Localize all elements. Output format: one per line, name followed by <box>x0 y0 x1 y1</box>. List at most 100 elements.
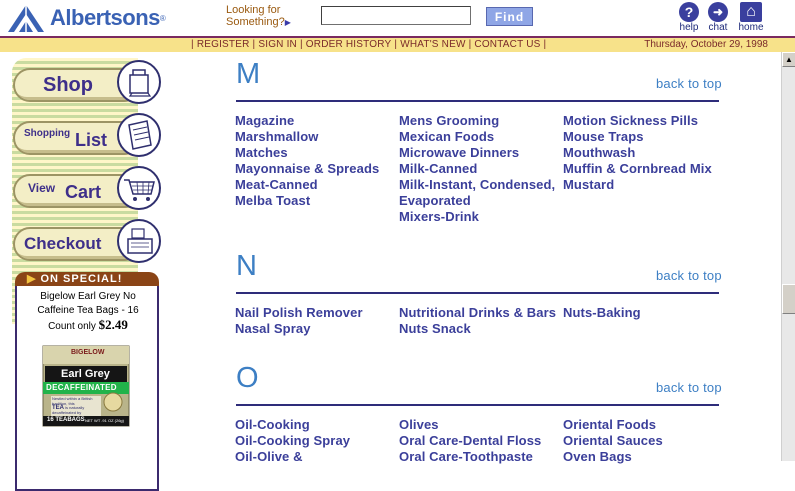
find-button[interactable]: Find <box>486 7 533 26</box>
category-link[interactable]: Mouthwash <box>563 145 712 161</box>
category-link[interactable]: Nuts-Baking <box>563 305 641 321</box>
shopping-list-small-label: Shopping <box>24 128 71 139</box>
category-link[interactable]: Nasal Spray <box>235 321 363 337</box>
nav-whats-new-link[interactable]: WHAT'S NEW <box>400 39 465 50</box>
search-prompt-line2: Something? <box>226 16 285 28</box>
triangle-right-icon: ▶ <box>27 273 37 285</box>
nav-bar: | REGISTER | SIGN IN | ORDER HISTORY | WHAT'S N… <box>0 36 795 52</box>
category-column-3: Nuts-Baking <box>563 305 641 321</box>
category-link[interactable]: Oriental Sauces <box>563 433 663 449</box>
logo-trademark: ® <box>159 13 166 23</box>
nav-sign-in-link[interactable]: SIGN IN <box>258 39 297 50</box>
back-to-top-link[interactable]: back to top <box>656 76 722 91</box>
special-description: Bigelow Earl Grey No Caffeine Tea Bags -… <box>21 290 155 334</box>
sidebar: Shop Shopping List View Cart Checkout ▶ O… <box>0 52 170 491</box>
section-letter: M <box>236 58 261 90</box>
checkout-label: Checkout <box>24 234 102 253</box>
nav-order-history-link[interactable]: ORDER HISTORY <box>306 39 392 50</box>
category-link[interactable]: Marshmallow <box>235 129 379 145</box>
view-cart-label: Cart <box>65 182 102 202</box>
view-cart-button[interactable]: View Cart <box>13 166 161 210</box>
category-link[interactable]: Oral Care-Dental Floss <box>399 433 541 449</box>
category-link[interactable]: Mouse Traps <box>563 129 712 145</box>
on-special-label: ON SPECIAL! <box>40 273 123 285</box>
section-divider <box>236 404 719 406</box>
tea-name: Earl Grey <box>61 368 110 380</box>
category-index: M back to top Magazine Marshmallow Matches… <box>170 52 780 464</box>
category-link[interactable]: Oil-Cooking Spray <box>235 433 350 449</box>
category-link[interactable]: Milk-Canned <box>399 161 555 177</box>
scroll-thumb[interactable] <box>782 284 795 314</box>
category-link[interactable]: Meat-Canned <box>235 177 379 193</box>
category-link[interactable]: Mens Grooming <box>399 113 555 129</box>
logo-text: Albertsons <box>50 5 160 30</box>
special-line1: Bigelow Earl Grey No <box>40 291 136 302</box>
section-letter: N <box>236 250 257 282</box>
back-to-top-link[interactable]: back to top <box>656 268 722 283</box>
on-special-box[interactable]: Bigelow Earl Grey No Caffeine Tea Bags -… <box>15 286 159 491</box>
home-link[interactable]: ⌂ home <box>736 2 766 33</box>
category-column-1: Nail Polish Remover Nasal Spray <box>235 305 363 337</box>
nav-links: | REGISTER | SIGN IN | ORDER HISTORY | WHAT'S N… <box>191 39 547 50</box>
help-label: help <box>679 22 699 33</box>
category-link[interactable]: Matches <box>235 145 379 161</box>
home-label: home <box>738 22 764 33</box>
scroll-up-arrow-icon[interactable]: ▲ <box>782 52 795 67</box>
category-link[interactable]: Oral Care-Toothpaste <box>399 449 541 465</box>
chat-link[interactable]: ➜ chat <box>706 2 730 33</box>
special-price: $2.49 <box>98 317 128 332</box>
help-link[interactable]: ? help <box>677 2 701 33</box>
category-column-3: Oriental Foods Oriental Sauces Oven Bags <box>563 417 663 465</box>
category-link[interactable]: Nutritional Drinks & Bars <box>399 305 556 321</box>
category-link[interactable]: Olives <box>399 417 541 433</box>
category-link[interactable]: Mixers-Drink <box>399 209 555 225</box>
category-link[interactable]: Melba Toast <box>235 193 379 209</box>
tea-box-description: Nestled within a British tradition, this… <box>52 396 93 415</box>
help-icon: ? <box>679 2 699 22</box>
category-link[interactable]: Oriental Foods <box>563 417 663 433</box>
register-icon <box>117 219 161 263</box>
home-icon: ⌂ <box>740 2 762 22</box>
nav-contact-us-link[interactable]: CONTACT US <box>474 39 540 50</box>
nav-register-link[interactable]: REGISTER <box>197 39 250 50</box>
category-link[interactable]: Motion Sickness Pills <box>563 113 712 129</box>
category-link[interactable]: Oven Bags <box>563 449 663 465</box>
section-divider <box>236 100 719 102</box>
albertsons-logo[interactable]: Albertsons ® <box>4 2 166 34</box>
shop-button[interactable]: Shop <box>13 60 161 104</box>
category-column-3: Motion Sickness Pills Mouse Traps Mouthwas… <box>563 113 712 193</box>
category-link[interactable]: Oil-Olive & <box>235 449 350 465</box>
category-link[interactable]: Nail Polish Remover <box>235 305 363 321</box>
view-cart-small-label: View <box>28 181 56 195</box>
category-link[interactable]: Milk-Instant, Condensed, Evaporated <box>399 177 555 209</box>
checkout-button[interactable]: Checkout <box>13 219 161 263</box>
chat-arrow-icon: ➜ <box>708 2 728 22</box>
vertical-scrollbar[interactable]: ▲ <box>781 52 795 461</box>
category-link[interactable]: Nuts Snack <box>399 321 556 337</box>
category-link[interactable]: Microwave Dinners <box>399 145 555 161</box>
shopping-list-button[interactable]: Shopping List <box>13 113 161 157</box>
back-to-top-link[interactable]: back to top <box>656 380 722 395</box>
category-column-1: Magazine Marshmallow Matches Mayonnaise & S… <box>235 113 379 209</box>
category-link[interactable]: Magazine <box>235 113 379 129</box>
search-prompt-line1: Looking for <box>226 4 281 16</box>
category-link[interactable]: Mayonnaise & Spreads <box>235 161 379 177</box>
category-link[interactable]: Muffin & Cornbread Mix <box>563 161 712 177</box>
triangle-right-icon: ▶ <box>284 18 291 27</box>
category-link[interactable]: Mustard <box>563 177 712 193</box>
category-link[interactable]: Oil-Cooking <box>235 417 350 433</box>
special-line3: Count only <box>48 321 96 332</box>
shop-label: Shop <box>43 74 93 96</box>
tea-count: 16 TEABAGS <box>47 417 85 423</box>
tea-box-image[interactable]: BIGELOW Earl Grey DECAFFEINATED Nestled … <box>41 342 133 428</box>
cart-icon <box>117 166 161 210</box>
special-line2: Caffeine Tea Bags - 16 <box>37 305 139 316</box>
shopping-bag-icon <box>117 60 161 104</box>
tea-brand: BIGELOW <box>71 349 105 356</box>
category-column-2: Nutritional Drinks & Bars Nuts Snack <box>399 305 556 337</box>
search-input[interactable] <box>321 6 471 25</box>
tea-net-weight: NET WT .91 OZ (26g) <box>85 418 124 423</box>
albertsons-logo-icon <box>4 2 48 34</box>
category-link[interactable]: Mexican Foods <box>399 129 555 145</box>
section-divider <box>236 292 719 294</box>
